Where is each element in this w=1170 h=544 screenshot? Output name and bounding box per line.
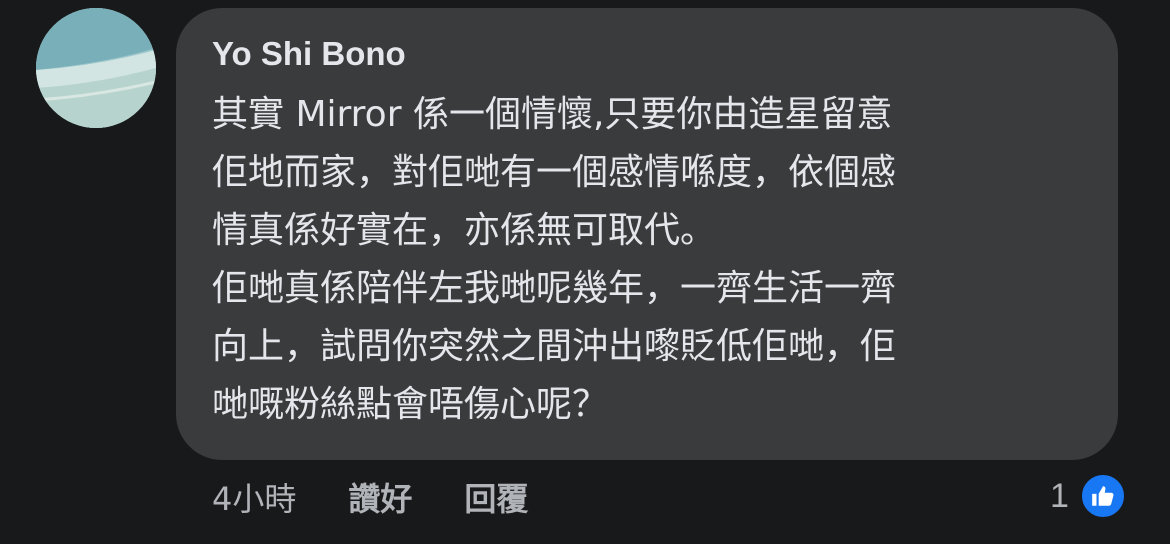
avatar[interactable]	[36, 8, 156, 128]
comment-text-line: 哋嘅粉絲點會唔傷心呢？	[212, 384, 609, 425]
comment-text-line: 其實 Mirror 係一個情懷,只要你由造星留意	[212, 94, 893, 135]
reply-button[interactable]: 回覆	[464, 474, 528, 520]
comment-author[interactable]: Yo Shi Bono	[212, 34, 1082, 74]
comment-text-line: 情真係好實在，亦係無可取代。	[212, 210, 717, 251]
comment-text-line: 佢哋真係陪伴左我哋呢幾年，一齊生活一齊	[212, 268, 897, 309]
reactions-summary[interactable]: 1	[1050, 470, 1127, 522]
comment-bubble: Yo Shi Bono 其實 Mirror 係一個情懷,只要你由造星留意 佢地而…	[176, 8, 1118, 460]
avatar-image	[36, 8, 156, 128]
thumbs-up-icon	[1078, 472, 1127, 520]
comment-timestamp[interactable]: 4小時	[212, 474, 296, 520]
like-button[interactable]: 讚好	[348, 474, 412, 520]
reaction-count: 1	[1050, 476, 1069, 515]
comment-text-line: 向上，試問你突然之間沖出嚟貶低佢哋，佢	[212, 326, 897, 367]
comment-text-line: 佢地而家，對佢哋有一個感情喺度，依個感	[212, 152, 897, 193]
comment-actions: 4小時 讚好 回覆	[212, 472, 528, 522]
